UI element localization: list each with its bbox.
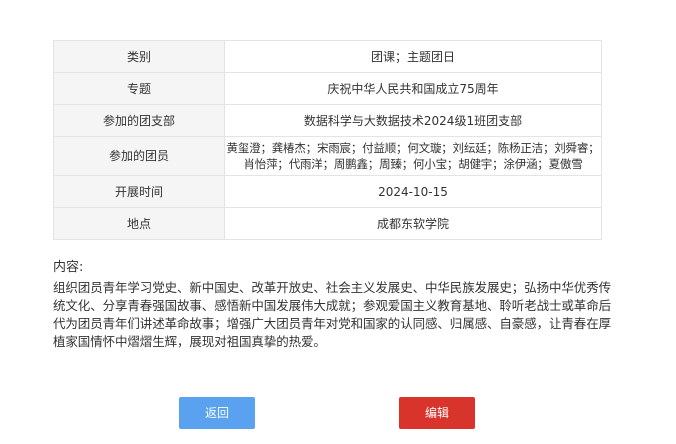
edit-button[interactable]: 编辑 <box>399 397 475 429</box>
back-button[interactable]: 返回 <box>179 397 255 429</box>
category-value: 团课；主题团日 <box>224 40 602 73</box>
content-text: 组织团员青年学习党史、新中国史、改革开放史、社会主义发展史、中华民族发展史；弘扬… <box>53 280 612 349</box>
branch-label: 参加的团支部 <box>53 104 225 137</box>
info-row-category: 类别 团课；主题团日 <box>53 40 602 73</box>
date-label: 开展时间 <box>53 175 225 208</box>
info-row-date: 开展时间 2024-10-15 <box>53 175 602 208</box>
info-row-topic: 专题 庆祝中华人民共和国成立75周年 <box>53 72 602 105</box>
category-label: 类别 <box>53 40 225 73</box>
location-label: 地点 <box>53 207 225 240</box>
date-value: 2024-10-15 <box>224 175 602 208</box>
info-row-branch: 参加的团支部 数据科学与大数据技术2024级1班团支部 <box>53 104 602 137</box>
topic-value: 庆祝中华人民共和国成立75周年 <box>224 72 602 105</box>
activity-detail-page: 类别 团课；主题团日 专题 庆祝中华人民共和国成立75周年 参加的团支部 数据科… <box>0 0 676 444</box>
info-row-members: 参加的团员 黄玺澄；龚椿杰；宋雨宸；付益顺；何文璇；刘纭廷；陈杨正洁；刘舜睿；肖… <box>53 136 602 176</box>
info-row-location: 地点 成都东软学院 <box>53 207 602 240</box>
members-value: 黄玺澄；龚椿杰；宋雨宸；付益顺；何文璇；刘纭廷；陈杨正洁；刘舜睿；肖怡萍；代雨洋… <box>224 136 602 176</box>
content-heading: 内容: <box>53 260 84 275</box>
branch-value: 数据科学与大数据技术2024级1班团支部 <box>224 104 602 137</box>
topic-label: 专题 <box>53 72 225 105</box>
location-value: 成都东软学院 <box>224 207 602 240</box>
activity-info-table: 类别 团课；主题团日 专题 庆祝中华人民共和国成立75周年 参加的团支部 数据科… <box>53 40 602 240</box>
members-label: 参加的团员 <box>53 136 225 176</box>
